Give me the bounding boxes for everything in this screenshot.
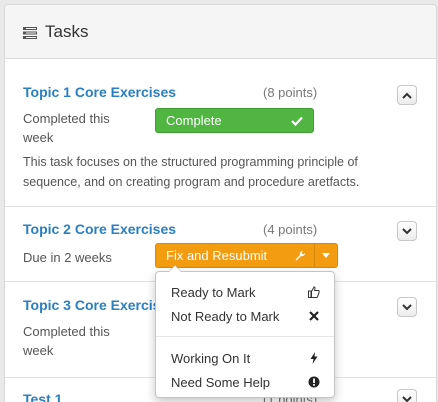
thumbs-up-icon bbox=[308, 286, 320, 298]
task-title-topic-1[interactable]: Topic 1 Core Exercises bbox=[23, 84, 176, 100]
task-points: (8 points) bbox=[263, 85, 318, 100]
status-dropdown-menu: Ready to Mark Not Ready to Mark Working … bbox=[155, 265, 335, 398]
check-icon bbox=[291, 116, 303, 126]
menu-item-working-on-it[interactable]: Working On It bbox=[156, 346, 334, 370]
panel-title: Tasks bbox=[45, 21, 89, 41]
expand-button[interactable] bbox=[397, 389, 417, 402]
tasks-list-icon bbox=[23, 26, 37, 39]
menu-item-need-some-help[interactable]: Need Some Help bbox=[156, 370, 334, 394]
task-points: (4 points) bbox=[263, 222, 318, 237]
divider bbox=[5, 206, 436, 207]
menu-item-label: Need Some Help bbox=[171, 374, 270, 390]
status-button[interactable]: Fix and Resubmit bbox=[156, 244, 315, 267]
menu-item-ready-to-mark[interactable]: Ready to Mark bbox=[156, 280, 334, 304]
expand-button[interactable] bbox=[397, 221, 417, 241]
task-title-topic-2[interactable]: Topic 2 Core Exercises bbox=[23, 221, 176, 237]
task-title-topic-3[interactable]: Topic 3 Core Exercis bbox=[23, 297, 160, 313]
tasks-panel: Tasks Topic 1 Core Exercises (8 points) … bbox=[4, 4, 437, 402]
status-caret-toggle[interactable] bbox=[315, 244, 337, 267]
menu-divider bbox=[156, 336, 334, 337]
task-title-test-1[interactable]: Test 1 bbox=[23, 391, 62, 402]
expand-button[interactable] bbox=[397, 297, 417, 317]
task-due-status: Completed this week bbox=[23, 324, 110, 358]
chevron-down-icon bbox=[402, 303, 412, 310]
menu-item-label: Ready to Mark bbox=[171, 284, 256, 300]
status-label: Fix and Resubmit bbox=[166, 248, 268, 263]
task-due-status: Completed this week bbox=[23, 111, 110, 145]
chevron-down-icon bbox=[402, 227, 412, 234]
bolt-icon bbox=[310, 352, 318, 364]
menu-item-not-ready-to-mark[interactable]: Not Ready to Mark bbox=[156, 304, 334, 328]
times-icon bbox=[309, 311, 319, 321]
caret-down-icon bbox=[322, 253, 330, 258]
task-status-button[interactable]: Complete bbox=[155, 108, 314, 133]
wrench-icon bbox=[295, 250, 306, 260]
chevron-up-icon bbox=[402, 92, 412, 99]
task-due-status: Due in 2 weeks bbox=[23, 250, 112, 265]
task-status-dropdown[interactable]: Fix and Resubmit bbox=[155, 243, 338, 268]
collapse-button[interactable] bbox=[397, 85, 417, 105]
task-description: This task focuses on the structured prog… bbox=[23, 155, 360, 189]
exclamation-circle-icon bbox=[308, 376, 320, 388]
menu-item-label: Working On It bbox=[171, 350, 251, 366]
menu-item-label: Not Ready to Mark bbox=[171, 308, 280, 324]
panel-heading: Tasks bbox=[5, 5, 436, 59]
status-label: Complete bbox=[166, 113, 222, 128]
chevron-down-icon bbox=[402, 395, 412, 402]
